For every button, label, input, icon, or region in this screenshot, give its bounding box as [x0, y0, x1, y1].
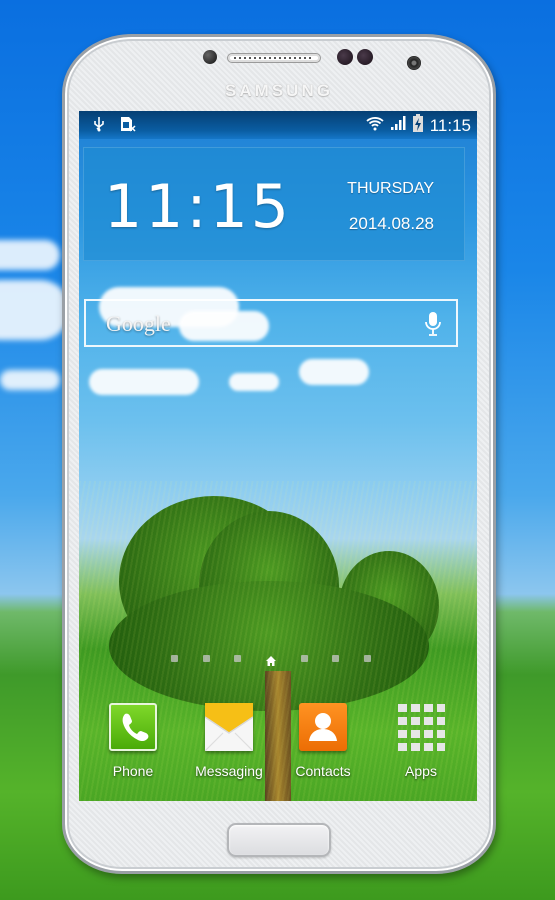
- page-indicator[interactable]: [171, 651, 371, 666]
- light-sensor: [337, 49, 353, 65]
- app-messaging[interactable]: Messaging: [184, 703, 274, 779]
- page-dot[interactable]: [171, 654, 178, 662]
- home-button[interactable]: [227, 823, 331, 857]
- gesture-sensor: [357, 49, 373, 65]
- usb-icon: [93, 116, 105, 136]
- envelope-icon: [204, 703, 254, 752]
- no-sim-icon: [119, 116, 137, 136]
- page-dot[interactable]: [202, 654, 210, 662]
- phone-frame: SAMSUNG 11:15 11:15 THURSDAY 2014.08.28 …: [62, 34, 496, 874]
- wallpaper-cloud: [299, 359, 369, 385]
- app-label: Messaging: [195, 763, 263, 779]
- app-label: Phone: [112, 763, 154, 779]
- wifi-icon: [366, 115, 384, 136]
- clock-day: THURSDAY: [347, 180, 434, 197]
- brand-logo: SAMSUNG: [225, 81, 333, 100]
- app-phone[interactable]: Phone: [88, 703, 178, 779]
- page-dot[interactable]: [234, 654, 242, 662]
- contact-icon: [299, 703, 347, 751]
- page-dot[interactable]: [300, 654, 308, 662]
- wallpaper-cloud: [229, 373, 279, 391]
- home-icon[interactable]: [265, 653, 276, 666]
- proximity-sensor: [203, 50, 217, 64]
- clock-time: 11:15: [104, 172, 292, 242]
- background-cloud: [0, 240, 60, 270]
- background-cloud: [0, 370, 60, 390]
- app-apps[interactable]: Apps: [376, 703, 466, 779]
- clock-widget[interactable]: 11:15 THURSDAY 2014.08.28: [83, 147, 465, 261]
- home-screen: 11:15 11:15 THURSDAY 2014.08.28 Google P…: [79, 111, 477, 801]
- battery-charging-icon: [412, 114, 424, 137]
- wallpaper-cloud: [89, 369, 199, 395]
- page-dot[interactable]: [332, 654, 340, 662]
- front-camera-icon: [407, 56, 421, 70]
- signal-icon: [390, 115, 406, 136]
- google-logo: Google: [106, 311, 171, 336]
- status-bar[interactable]: 11:15: [79, 111, 477, 139]
- mic-icon[interactable]: [424, 311, 442, 337]
- app-label: Contacts: [295, 763, 351, 779]
- google-search-bar[interactable]: Google: [84, 299, 458, 347]
- grid-icon: [397, 703, 445, 751]
- phone-icon: [109, 703, 157, 751]
- dock: Phone Messaging Contacts Apps: [79, 703, 477, 793]
- clock-date: 2014.08.28: [348, 214, 434, 233]
- status-time: 11:15: [429, 115, 471, 135]
- app-label: Apps: [405, 763, 437, 779]
- background-cloud: [0, 280, 70, 340]
- page-dot[interactable]: [363, 654, 371, 662]
- earpiece-speaker: [227, 53, 321, 63]
- app-contacts[interactable]: Contacts: [278, 703, 368, 779]
